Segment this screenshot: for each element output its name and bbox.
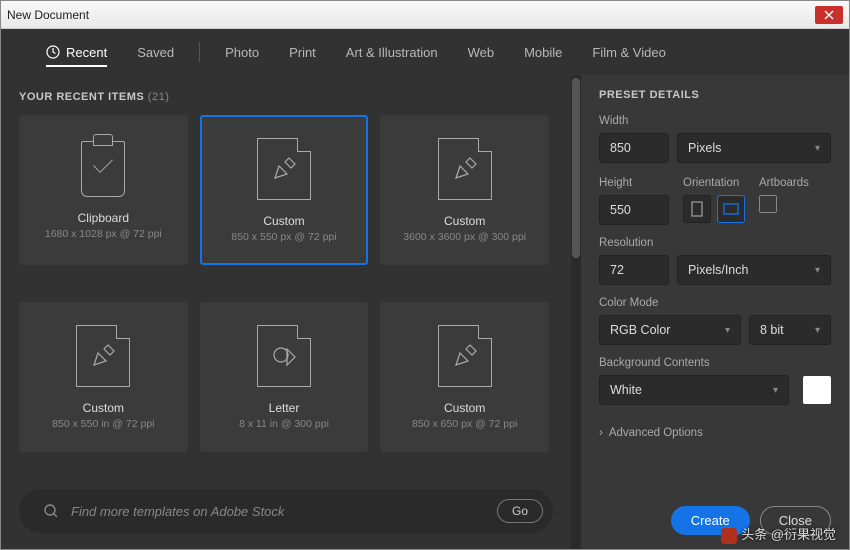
width-field[interactable]: 850 (599, 133, 669, 163)
search-icon (43, 503, 59, 519)
tab-recent[interactable]: Recent (31, 29, 122, 75)
preset-card[interactable]: Letter 8 x 11 in @ 300 ppi (200, 302, 369, 452)
preset-name: Clipboard (78, 211, 129, 225)
preset-card[interactable]: Custom 3600 x 3600 px @ 300 ppi (380, 115, 549, 265)
orientation-landscape-button[interactable] (717, 195, 745, 223)
stock-search-input[interactable]: Find more templates on Adobe Stock (71, 504, 497, 519)
unit-select[interactable]: Pixels ▾ (677, 133, 831, 163)
preset-name: Custom (263, 214, 304, 228)
preset-dimensions: 850 x 550 px @ 72 ppi (231, 231, 336, 243)
create-button[interactable]: Create (671, 506, 750, 535)
chevron-down-icon: ▾ (815, 143, 820, 154)
tab-mobile[interactable]: Mobile (509, 29, 577, 75)
window-close-button[interactable] (815, 6, 843, 24)
preset-dimensions: 850 x 650 px @ 72 ppi (412, 418, 517, 430)
scrollbar-thumb[interactable] (572, 78, 580, 258)
stock-search-go-button[interactable]: Go (497, 499, 543, 523)
tab-film-video[interactable]: Film & Video (577, 29, 680, 75)
preset-details-heading: PRESET DETAILS (599, 89, 831, 101)
document-icon (257, 138, 311, 200)
tab-print[interactable]: Print (274, 29, 331, 75)
tab-web[interactable]: Web (453, 29, 510, 75)
portrait-icon (691, 201, 703, 217)
preset-card[interactable]: Custom 850 x 550 in @ 72 ppi (19, 302, 188, 452)
chevron-right-icon: › (599, 427, 603, 439)
stock-search-bar: Find more templates on Adobe Stock Go (19, 489, 553, 533)
bitdepth-select[interactable]: 8 bit ▾ (749, 315, 831, 345)
preset-dimensions: 850 x 550 in @ 72 ppi (52, 418, 154, 430)
document-icon (76, 325, 130, 387)
new-document-dialog: New Document Recent Saved Photo Print Ar… (0, 0, 850, 550)
preset-dimensions: 3600 x 3600 px @ 300 ppi (403, 231, 526, 243)
category-tabs: Recent Saved Photo Print Art & Illustrat… (1, 29, 849, 75)
background-color-swatch[interactable] (803, 376, 831, 404)
width-label: Width (599, 115, 831, 127)
chevron-down-icon: ▾ (725, 325, 730, 336)
tab-art-illustration[interactable]: Art & Illustration (331, 29, 453, 75)
resolution-field[interactable]: 72 (599, 255, 669, 285)
chevron-down-icon: ▾ (815, 325, 820, 336)
preset-card[interactable]: Clipboard 1680 x 1028 px @ 72 ppi (19, 115, 188, 265)
recent-items-heading: YOUR RECENT ITEMS (21) (19, 91, 553, 103)
preset-name: Custom (83, 401, 124, 415)
chevron-down-icon: ▾ (773, 385, 778, 396)
chevron-down-icon: ▾ (815, 265, 820, 276)
colormode-select[interactable]: RGB Color ▾ (599, 315, 741, 345)
document-icon (438, 325, 492, 387)
orientation-label: Orientation (683, 177, 739, 189)
advanced-options-toggle[interactable]: › Advanced Options (599, 427, 831, 439)
background-contents-label: Background Contents (599, 357, 831, 369)
preset-browser: YOUR RECENT ITEMS (21) Clipboard 1680 x 1… (1, 75, 571, 549)
preset-dimensions: 8 x 11 in @ 300 ppi (239, 418, 329, 430)
preset-dimensions: 1680 x 1028 px @ 72 ppi (45, 228, 162, 240)
close-button[interactable]: Close (760, 506, 831, 535)
resolution-unit-select[interactable]: Pixels/Inch ▾ (677, 255, 831, 285)
document-icon (257, 325, 311, 387)
close-icon (824, 10, 834, 20)
window-title: New Document (7, 8, 89, 22)
artboards-checkbox[interactable] (759, 195, 777, 213)
orientation-portrait-button[interactable] (683, 195, 711, 223)
resolution-label: Resolution (599, 237, 831, 249)
landscape-icon (723, 203, 739, 215)
preset-name: Letter (269, 401, 300, 415)
tab-saved[interactable]: Saved (122, 29, 189, 75)
clock-icon (46, 45, 60, 59)
preset-card[interactable]: Custom 850 x 650 px @ 72 ppi (380, 302, 549, 452)
preset-card[interactable]: Custom 850 x 550 px @ 72 ppi (200, 115, 369, 265)
document-icon (438, 138, 492, 200)
preset-name: Custom (444, 214, 485, 228)
height-field[interactable]: 550 (599, 195, 669, 225)
preset-name: Custom (444, 401, 485, 415)
preset-details-panel: PRESET DETAILS Width 850 Pixels ▾ Height… (581, 75, 849, 549)
height-label: Height (599, 177, 632, 189)
artboards-label: Artboards (759, 177, 809, 189)
titlebar: New Document (1, 1, 849, 29)
tab-photo[interactable]: Photo (210, 29, 274, 75)
preset-scrollbar[interactable] (571, 75, 581, 549)
colormode-label: Color Mode (599, 297, 831, 309)
clipboard-icon (81, 141, 125, 197)
tab-divider (199, 42, 200, 62)
background-contents-select[interactable]: White ▾ (599, 375, 789, 405)
